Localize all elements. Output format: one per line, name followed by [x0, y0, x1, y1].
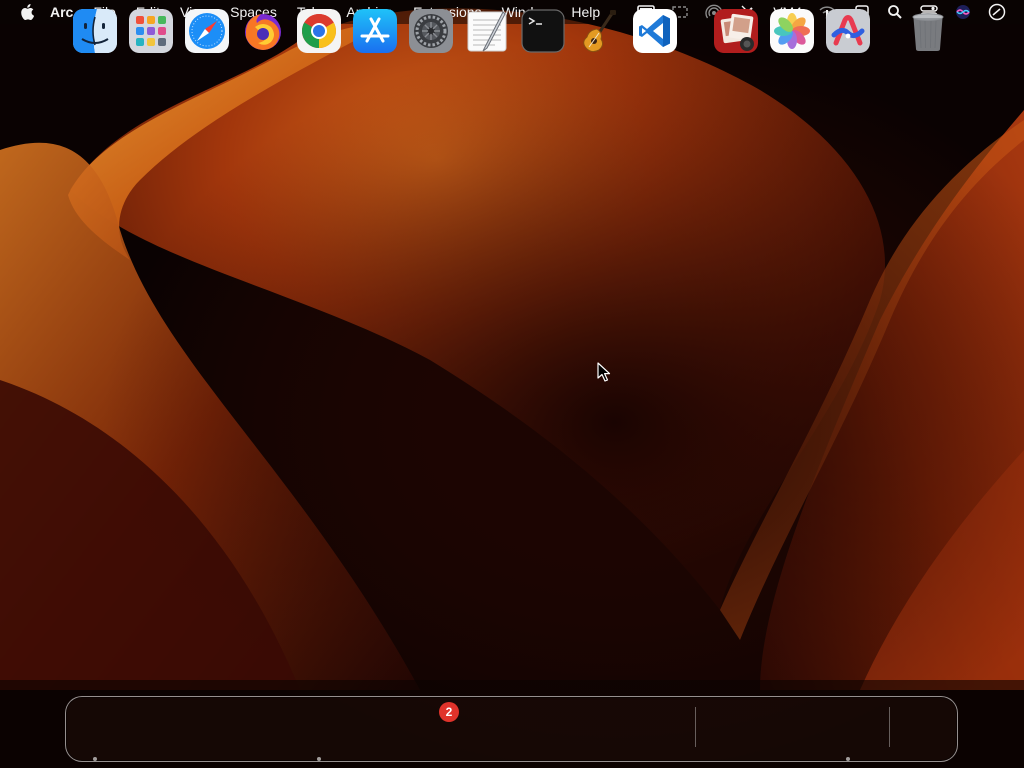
- dock-photo-booth-icon[interactable]: [714, 9, 758, 53]
- dock-vscode-icon[interactable]: [633, 9, 677, 53]
- dock: [65, 696, 958, 762]
- dock-finder-icon[interactable]: [73, 9, 117, 53]
- clock-icon[interactable]: [980, 0, 1014, 24]
- dock-app-store-icon[interactable]: [353, 9, 397, 53]
- dock-firefox-icon[interactable]: [241, 9, 285, 53]
- system-settings-badge: 2: [439, 702, 459, 722]
- dock-garageband-icon[interactable]: [577, 9, 621, 53]
- dock-launchpad-icon[interactable]: [129, 9, 173, 53]
- chrome-running-indicator: [317, 757, 321, 761]
- dock-separator: [889, 707, 890, 747]
- mouse-cursor-icon: [597, 362, 611, 382]
- dock-textedit-icon[interactable]: [465, 9, 509, 53]
- dock-chrome-icon[interactable]: [297, 9, 341, 53]
- arc-running-indicator: [846, 757, 850, 761]
- dock-system-settings-icon[interactable]: [409, 9, 453, 53]
- siri-icon[interactable]: [946, 0, 980, 24]
- dock-safari-icon[interactable]: [185, 9, 229, 53]
- apple-menu-icon[interactable]: [18, 3, 36, 21]
- dock-photos-icon[interactable]: [770, 9, 814, 53]
- dock-terminal-icon[interactable]: [521, 9, 565, 53]
- desktop[interactable]: Arc File Edit View Spaces Tabs Archive E…: [0, 0, 1024, 768]
- dock-trash-icon[interactable]: [906, 9, 950, 53]
- wallpaper: [0, 0, 1024, 768]
- dock-arc-icon[interactable]: [826, 9, 870, 53]
- finder-running-indicator: [93, 757, 97, 761]
- dock-separator: [695, 707, 696, 747]
